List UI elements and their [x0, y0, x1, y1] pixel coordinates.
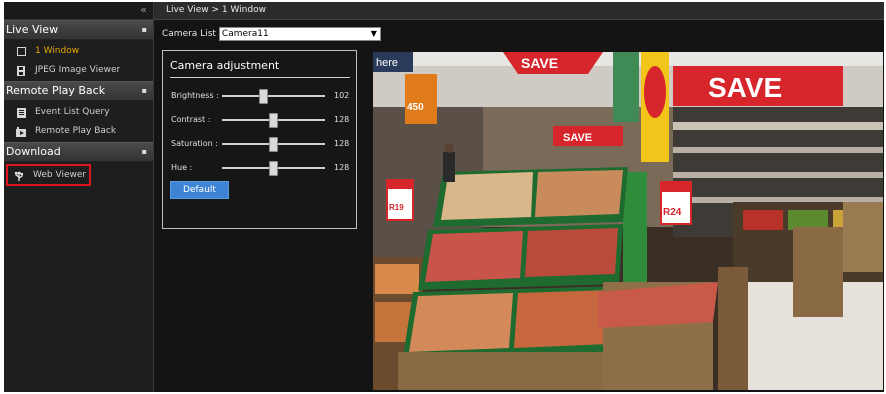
- sidebar-item-label: Event List Query: [35, 107, 110, 117]
- panel-title: Camera adjustment: [170, 59, 350, 78]
- sidebar-item-label: Web Viewer: [33, 169, 87, 180]
- slider-value: 128: [334, 163, 350, 172]
- live-video-feed[interactable]: SAVE SAVE here 450 SAVE R24 R19: [373, 52, 883, 390]
- slider-value: 128: [334, 139, 350, 148]
- section-download[interactable]: Download ▪: [4, 142, 153, 162]
- sidebar-item-web-viewer[interactable]: Web Viewer: [6, 164, 91, 186]
- slider-value: 102: [334, 91, 350, 100]
- default-button[interactable]: Default: [170, 181, 229, 199]
- chevron-down-icon: ▼: [370, 29, 377, 38]
- save-top-text: SAVE: [521, 55, 558, 71]
- slider-thumb[interactable]: [269, 137, 278, 152]
- brightness-slider-row: Brightness : 102: [171, 89, 356, 104]
- camera-image: SAVE SAVE here 450 SAVE R24 R19: [373, 52, 883, 390]
- sidebar-item-label: 1 Window: [35, 46, 80, 56]
- save-banner-text: SAVE: [708, 72, 782, 103]
- price-tag-r24: R24: [663, 207, 682, 218]
- hue-slider-row: Hue : 128: [171, 161, 356, 176]
- playback-icon: [16, 126, 26, 137]
- breadcrumb: Live View > 1 Window: [154, 2, 884, 20]
- usb-icon: [14, 170, 24, 181]
- price-tag-r19: R19: [389, 203, 404, 212]
- section-toggle-icon[interactable]: ▪: [142, 82, 147, 100]
- camera-list-row: Camera List Camera11 ▼: [162, 26, 381, 42]
- section-toggle-icon[interactable]: ▪: [142, 21, 147, 39]
- sidebar-item-jpeg-image-viewer[interactable]: JPEG Image Viewer: [4, 61, 153, 80]
- slider-value: 128: [334, 115, 350, 124]
- slider-thumb[interactable]: [269, 161, 278, 176]
- save-mid-text: SAVE: [563, 132, 592, 144]
- brightness-slider[interactable]: [222, 95, 325, 97]
- slider-thumb[interactable]: [258, 89, 268, 104]
- slider-thumb[interactable]: [269, 113, 278, 128]
- slider-label: Saturation :: [171, 139, 218, 148]
- sidebar-item-event-list-query[interactable]: Event List Query: [4, 103, 153, 122]
- section-toggle-icon[interactable]: ▪: [142, 143, 147, 161]
- section-label: Download: [6, 145, 61, 158]
- section-label: Remote Play Back: [6, 84, 106, 97]
- window-icon: [16, 47, 26, 57]
- camera-adjustment-panel: Camera adjustment Brightness : 102 Contr…: [162, 50, 357, 229]
- sidebar-item-1-window[interactable]: 1 Window: [4, 42, 153, 61]
- collapse-sidebar-button[interactable]: «: [4, 2, 153, 20]
- section-live-view[interactable]: Live View ▪: [4, 20, 153, 40]
- sidebar-item-label: JPEG Image Viewer: [35, 65, 121, 75]
- sidebar-item-label: Remote Play Back: [35, 126, 117, 136]
- main-panel: Live View > 1 Window Camera List Camera1…: [154, 2, 884, 392]
- contrast-slider-row: Contrast : 128: [171, 113, 356, 128]
- sidebar: « Live View ▪ 1 Window JPEG Image Viewer…: [4, 2, 154, 392]
- saturation-slider-row: Saturation : 128: [171, 137, 356, 152]
- camera-select[interactable]: Camera11 ▼: [218, 27, 381, 41]
- slider-label: Brightness :: [171, 91, 219, 100]
- document-icon: [16, 107, 26, 118]
- film-icon: [16, 65, 26, 76]
- section-label: Live View: [6, 23, 59, 36]
- price-top-text: 450: [407, 102, 424, 113]
- app-window: « Live View ▪ 1 Window JPEG Image Viewer…: [4, 2, 884, 392]
- slider-label: Hue :: [171, 163, 193, 172]
- here-sign-text: here: [376, 57, 398, 69]
- sidebar-item-remote-play-back[interactable]: Remote Play Back: [4, 122, 153, 141]
- slider-label: Contrast :: [171, 115, 211, 124]
- camera-list-label: Camera List: [162, 29, 216, 39]
- camera-select-value: Camera11: [221, 29, 269, 39]
- section-remote-play-back[interactable]: Remote Play Back ▪: [4, 81, 153, 101]
